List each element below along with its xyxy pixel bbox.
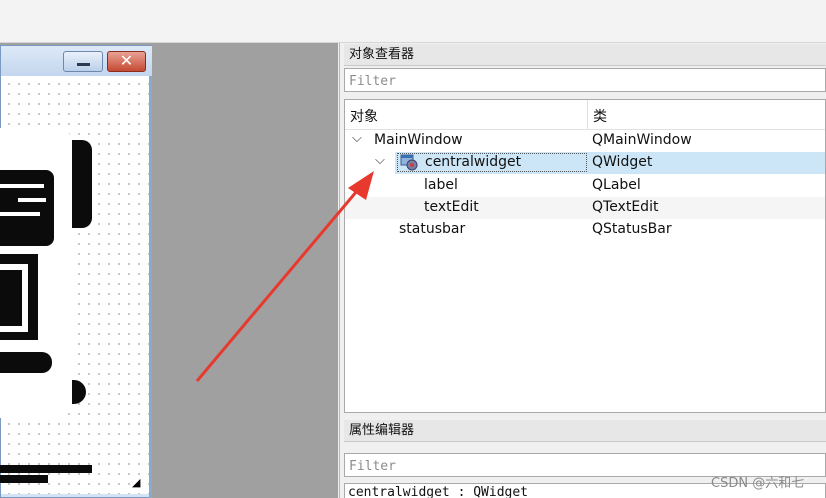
chevron-down-icon[interactable]: ⌵ bbox=[352, 131, 362, 146]
object-filter-input[interactable] bbox=[347, 70, 821, 92]
object-class: QTextEdit bbox=[592, 199, 659, 215]
object-name: textEdit bbox=[424, 199, 479, 215]
watermark: CSDN @六和七 bbox=[711, 476, 805, 491]
form-border bbox=[149, 76, 152, 498]
object-name: centralwidget bbox=[425, 154, 522, 170]
chevron-down-icon[interactable]: ⌵ bbox=[375, 153, 385, 168]
object-class: QWidget bbox=[592, 154, 653, 170]
tree-row-centralwidget[interactable]: ⌵ centralwidget QWidget bbox=[345, 152, 825, 174]
toolbar-area bbox=[0, 0, 826, 43]
tree-row-statusbar[interactable]: statusbar QStatusBar bbox=[345, 219, 825, 241]
form-titlebar[interactable]: ✕ bbox=[1, 46, 152, 76]
object-inspector-title: 对象查看器 bbox=[344, 44, 826, 66]
object-tree[interactable]: 对象 类 ⌵ MainWindow QMainWindow ⌵ centralw… bbox=[344, 99, 826, 413]
tree-header: 对象 类 bbox=[345, 100, 825, 130]
column-object[interactable]: 对象 bbox=[350, 106, 378, 126]
tree-row-label[interactable]: label QLabel bbox=[345, 175, 825, 197]
object-filter-box[interactable] bbox=[344, 68, 826, 92]
object-name: statusbar bbox=[399, 221, 466, 237]
object-name: MainWindow bbox=[374, 132, 463, 148]
object-name: label bbox=[424, 177, 458, 193]
tree-row-textedit[interactable]: textEdit QTextEdit bbox=[345, 197, 825, 219]
widget-icon bbox=[400, 154, 418, 171]
object-class: QMainWindow bbox=[592, 132, 692, 148]
tree-row-mainwindow[interactable]: ⌵ MainWindow QMainWindow bbox=[345, 130, 825, 152]
close-icon[interactable]: ✕ bbox=[107, 51, 146, 72]
label-image-preview bbox=[0, 128, 95, 483]
object-class: QLabel bbox=[592, 177, 641, 193]
property-editor-title: 属性编辑器 bbox=[344, 420, 826, 442]
column-class[interactable]: 类 bbox=[593, 106, 607, 126]
minimize-icon[interactable] bbox=[63, 51, 103, 72]
object-class: QStatusBar bbox=[592, 221, 672, 237]
resize-grip-icon[interactable]: ◢ bbox=[132, 476, 140, 489]
